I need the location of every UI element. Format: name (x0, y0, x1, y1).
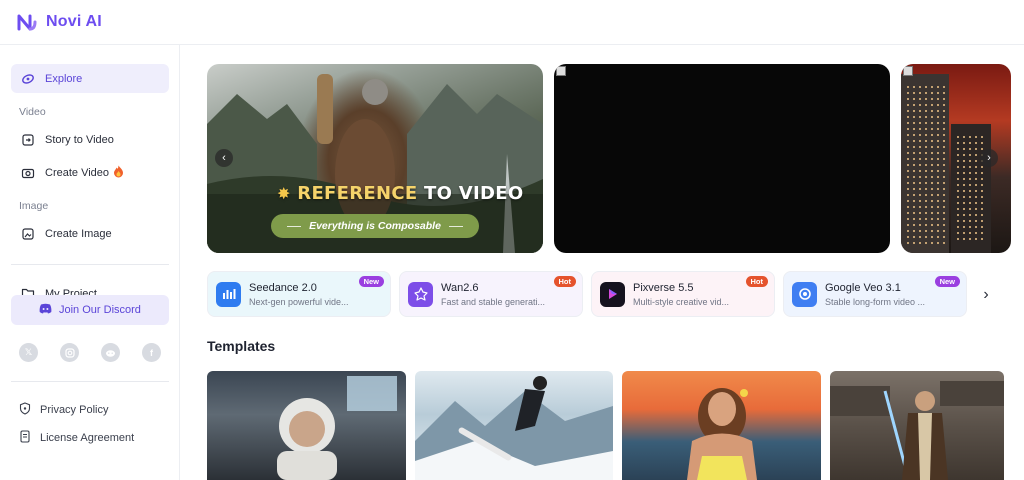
app-root: Novi AI Explore Video Story to Video Cre… (0, 0, 1024, 480)
model-desc: Multi-style creative vid... (633, 296, 730, 307)
building-windows (905, 84, 945, 244)
banner-city[interactable]: › (901, 64, 1011, 253)
model-card-text: Seedance 2.0 Next-gen powerful vide... (249, 282, 349, 307)
model-card-text: Wan2.6 Fast and stable generati... (441, 282, 545, 307)
banner-title-rest: TO VIDEO (417, 183, 524, 204)
privacy-policy-link[interactable]: Privacy Policy (19, 402, 108, 418)
fire-icon (113, 165, 124, 181)
model-card-pixverse[interactable]: Pixverse 5.5 Multi-style creative vid...… (591, 271, 775, 317)
template-artwork (415, 376, 613, 480)
banner-pill-text: Everything is Composable (309, 220, 441, 232)
brand-name: Novi AI (46, 13, 102, 30)
instagram-icon[interactable] (60, 343, 79, 362)
model-card-seedance[interactable]: Seedance 2.0 Next-gen powerful vide... N… (207, 271, 391, 317)
sidebar-item-label: Story to Video (45, 133, 114, 146)
banner-next-button[interactable]: › (980, 149, 998, 167)
discord-icon (39, 303, 52, 317)
model-card-text: Pixverse 5.5 Multi-style creative vid... (633, 282, 729, 307)
hot-badge: Hot (745, 276, 768, 287)
star-icon: ✸ (277, 184, 291, 203)
bar-chart-icon (216, 281, 241, 307)
document-icon (19, 430, 31, 446)
model-desc: Stable long-form video ... (825, 296, 926, 307)
new-badge: New (358, 276, 384, 287)
license-label: License Agreement (40, 432, 135, 444)
model-name: Google Veo 3.1 (825, 281, 901, 294)
model-desc: Next-gen powerful vide... (249, 296, 349, 307)
logo-mark-icon (17, 14, 37, 31)
section-label-image: Image (19, 200, 49, 212)
sidebar-item-create-image[interactable]: Create Image (11, 219, 169, 248)
template-artwork (277, 376, 397, 480)
sidebar-item-label: Create Video (45, 166, 110, 179)
pill-dash (448, 225, 463, 227)
logo[interactable]: Novi AI (16, 11, 102, 33)
chevron-right-icon[interactable]: › (976, 285, 996, 305)
template-thumb-snowboard[interactable] (415, 371, 613, 480)
veo-logo-icon (792, 281, 817, 307)
license-agreement-link[interactable]: License Agreement (19, 430, 134, 446)
model-card-wan[interactable]: Wan2.6 Fast and stable generati... Hot (399, 271, 583, 317)
story-icon (21, 133, 35, 147)
hot-badge: Hot (553, 276, 576, 287)
top-header: Novi AI (0, 0, 1024, 45)
sidebar-item-label: Create Image (45, 227, 112, 240)
sidebar-item-story-to-video[interactable]: Story to Video (11, 125, 169, 154)
banner-title: ✸ REFERENCE TO VIDEO (277, 183, 523, 204)
section-label-video: Video (19, 106, 46, 118)
model-name: Pixverse 5.5 (633, 281, 694, 294)
sidebar: Explore Video Story to Video Create Vide… (0, 45, 180, 480)
template-thumb-lightsaber[interactable] (830, 371, 1004, 480)
banner-pill: Everything is Composable (271, 214, 479, 238)
shield-icon (19, 402, 31, 418)
x-icon[interactable]: 𝕏 (19, 343, 38, 362)
main-content: ‹ ✸ REFERENCE TO VIDEO Everything is Com… (181, 45, 1024, 480)
banner-title-highlight: REFERENCE (297, 183, 418, 204)
facebook-icon[interactable]: f (142, 343, 161, 362)
video-camera-icon (21, 166, 35, 180)
template-artwork (830, 381, 1004, 480)
banner-video-player[interactable] (554, 64, 890, 253)
broken-image-icon (556, 66, 566, 76)
broken-image-icon (903, 66, 913, 76)
sidebar-divider (11, 264, 169, 265)
pixverse-logo-icon (600, 281, 625, 307)
templates-heading: Templates (207, 338, 276, 354)
discord-label: Join Our Discord (59, 304, 141, 316)
reddit-icon[interactable] (101, 343, 120, 362)
template-artwork (687, 388, 757, 480)
sidebar-divider (11, 381, 169, 382)
project-group: My Project Join Our Discord (11, 285, 169, 325)
wan-logo-icon (408, 281, 433, 307)
explore-icon (21, 72, 35, 86)
model-name: Wan2.6 (441, 281, 479, 294)
image-icon (21, 227, 35, 241)
model-card-google-veo[interactable]: Google Veo 3.1 Stable long-form video ..… (783, 271, 967, 317)
model-desc: Fast and stable generati... (441, 296, 546, 307)
social-links: 𝕏 f (19, 343, 161, 362)
new-badge: New (934, 276, 960, 287)
pill-dash (287, 225, 302, 227)
sidebar-item-label: Explore (45, 72, 83, 85)
banner-reference-to-video[interactable]: ‹ ✸ REFERENCE TO VIDEO Everything is Com… (207, 64, 543, 253)
template-thumb-beach[interactable] (622, 371, 821, 480)
template-thumb-astronaut[interactable] (207, 371, 406, 480)
join-discord-button[interactable]: Join Our Discord (11, 295, 169, 325)
model-card-text: Google Veo 3.1 Stable long-form video ..… (825, 282, 925, 307)
sidebar-item-explore[interactable]: Explore (11, 64, 169, 93)
privacy-label: Privacy Policy (40, 404, 109, 416)
model-name: Seedance 2.0 (249, 281, 317, 294)
sidebar-item-create-video[interactable]: Create Video (11, 158, 169, 187)
banner-prev-button[interactable]: ‹ (215, 149, 233, 167)
